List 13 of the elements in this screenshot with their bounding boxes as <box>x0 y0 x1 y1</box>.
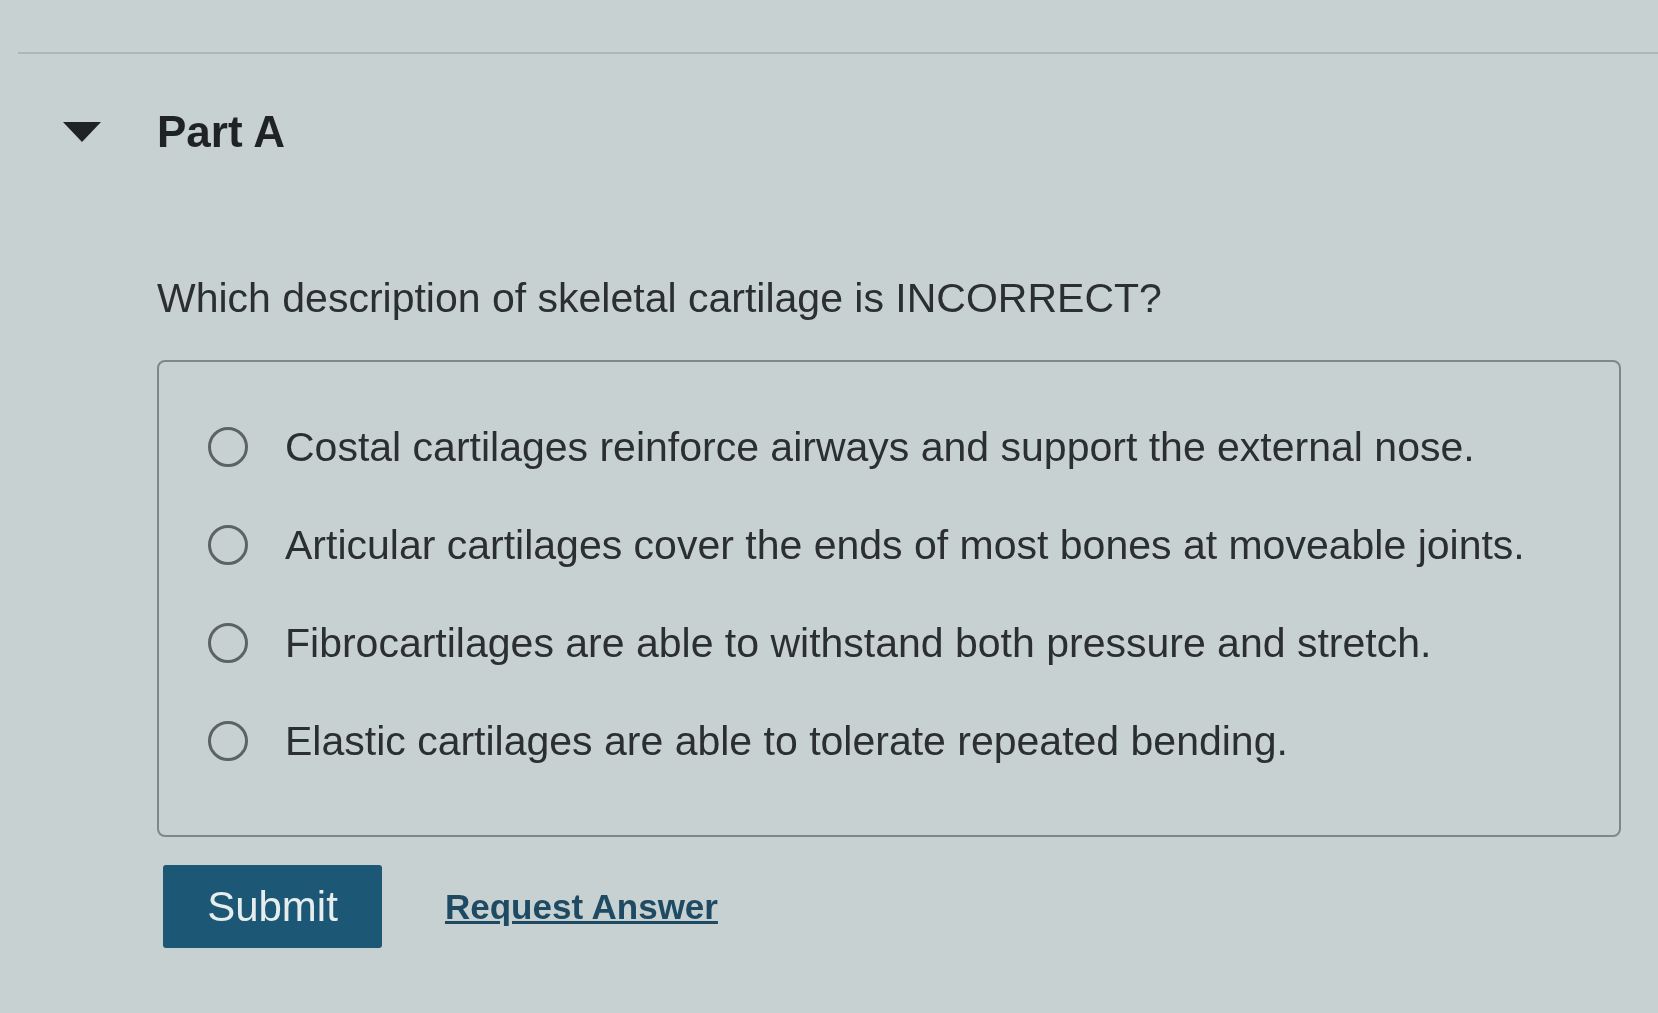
submit-button[interactable]: Submit <box>163 865 382 948</box>
option-label[interactable]: Fibrocartilages are able to withstand both pressure and stretch. <box>285 619 1432 667</box>
option-label[interactable]: Articular cartilages cover the ends of most bones at moveable joints. <box>285 521 1525 569</box>
request-answer-link[interactable]: Request Answer <box>445 886 718 927</box>
radio-button[interactable] <box>208 623 248 663</box>
radio-button[interactable] <box>208 427 248 467</box>
collapse-caret-icon[interactable] <box>63 122 101 142</box>
radio-button[interactable] <box>208 525 248 565</box>
option-label[interactable]: Costal cartilages reinforce airways and support the external nose. <box>285 423 1475 471</box>
question-text: Which description of skeletal cartilage is INCORRECT? <box>157 274 1162 322</box>
section-title: Part A <box>157 106 285 158</box>
radio-button[interactable] <box>208 721 248 761</box>
option-label[interactable]: Elastic cartilages are able to tolerate repeated bending. <box>285 717 1288 765</box>
